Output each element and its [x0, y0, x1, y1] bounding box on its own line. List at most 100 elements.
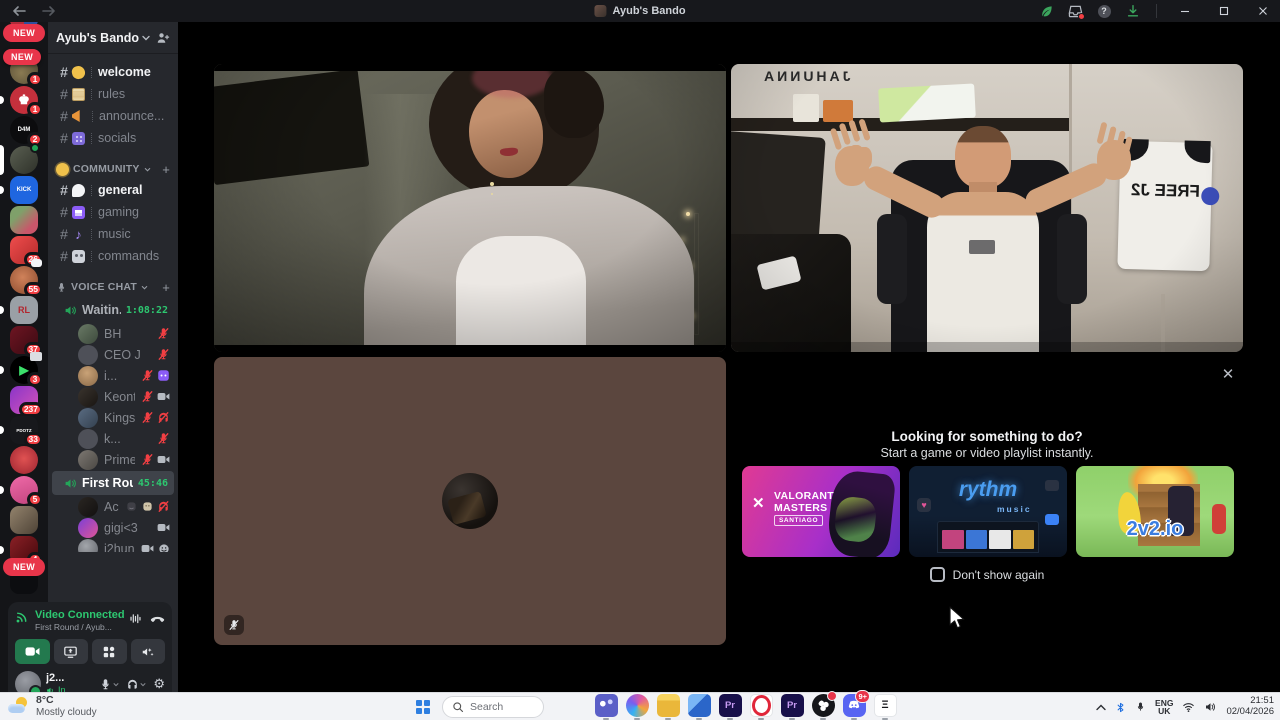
server-stream[interactable]: ▶ 3: [10, 352, 43, 387]
app-icon-capcut[interactable]: Ξ: [873, 693, 897, 720]
server-kick-label: KICK: [16, 187, 32, 193]
voice-channel-FirstRou[interactable]: First Rou... 45:46: [52, 471, 174, 495]
headphones-button[interactable]: [126, 678, 146, 691]
app-icon-paint[interactable]: [687, 693, 711, 720]
server-rl[interactable]: RL: [10, 296, 38, 324]
participant-video-1[interactable]: [214, 64, 726, 352]
wifi-icon[interactable]: [1182, 702, 1195, 713]
forward-arrow-icon[interactable]: [42, 6, 56, 16]
app-icon-copilot[interactable]: [625, 693, 649, 720]
channel-gaming[interactable]: # gaming: [48, 201, 178, 223]
activity-card-2v2[interactable]: 2v2.io: [1076, 466, 1234, 557]
server-pink-cap[interactable]: 5: [10, 476, 43, 507]
activities-button[interactable]: [92, 639, 127, 665]
member-avatar: [78, 496, 98, 517]
back-arrow-icon[interactable]: [12, 6, 26, 16]
tray-microphone-icon[interactable]: [1135, 701, 1146, 713]
server-dark-red[interactable]: 37: [10, 326, 43, 357]
app-icon-explorer[interactable]: [656, 693, 680, 720]
server-orange[interactable]: 55: [10, 259, 43, 297]
voice-member[interactable]: j2hund...: [48, 538, 178, 552]
help-icon[interactable]: ?: [1096, 3, 1112, 19]
voice-member[interactable]: Prime...: [48, 449, 178, 470]
channel-announce[interactable]: # announce...: [48, 105, 178, 127]
server-crown[interactable]: ♚ 1: [10, 86, 43, 117]
community-section[interactable]: COMMUNITY +: [48, 159, 178, 179]
settings-gear-icon[interactable]: ⚙: [153, 676, 165, 692]
member-name: gigi<3: [104, 520, 138, 535]
bluetooth-icon[interactable]: [1115, 701, 1126, 714]
language-indicator[interactable]: ENG UK: [1155, 698, 1173, 716]
voice-member[interactable]: gigi<3: [48, 517, 178, 538]
participant-video-2[interactable]: JAHUNNA FREE J2: [731, 64, 1243, 352]
channel-socials[interactable]: # socials: [48, 127, 178, 149]
clock[interactable]: 21:51 02/04/2026: [1226, 695, 1274, 718]
channel-rules[interactable]: # rules: [48, 83, 178, 105]
username[interactable]: j2...: [46, 673, 66, 685]
dont-show-checkbox[interactable]: [929, 567, 945, 582]
server-ayubs-bando[interactable]: [10, 143, 40, 174]
server-red-circle[interactable]: [10, 446, 38, 474]
minimize-button[interactable]: [1172, 0, 1198, 22]
activity-card-valorant[interactable]: ✕ VALORANT MASTERS SANTIAGO: [742, 466, 900, 557]
channel-name: announce...: [99, 109, 165, 123]
voice-member[interactable]: BH: [48, 323, 178, 344]
invite-people-icon[interactable]: [156, 31, 170, 45]
app-icon-obs[interactable]: [811, 690, 837, 720]
voice-member[interactable]: Ace: [48, 496, 178, 517]
server-pdotz[interactable]: PDOTZ 33: [10, 416, 43, 447]
activity-card-rythm[interactable]: rythm music ♥: [909, 466, 1067, 557]
server-kick[interactable]: KICK: [10, 176, 38, 204]
server-header[interactable]: Ayub's Bando: [48, 22, 178, 54]
start-button[interactable]: [410, 694, 436, 720]
screenshare-button[interactable]: [53, 639, 88, 665]
channel-music[interactable]: # ♪ music: [48, 223, 178, 245]
channel-welcome[interactable]: # welcome: [48, 61, 178, 83]
camera-icon: [157, 521, 170, 534]
app-icon-premiere[interactable]: Pr: [718, 693, 742, 720]
app-icon-opera[interactable]: [749, 693, 773, 720]
maximize-button[interactable]: [1211, 0, 1237, 22]
promo-close-icon[interactable]: ✕: [1219, 365, 1237, 383]
weather-widget[interactable]: 8°C Mostly cloudy: [8, 694, 97, 718]
discord-badge: 9+: [855, 689, 870, 703]
disconnect-call-icon[interactable]: [150, 611, 165, 626]
screen: Ayub's Bando ? 1NEW♚1D4M2KICK2655RL37▶32…: [0, 0, 1280, 720]
inbox-icon[interactable]: [1067, 3, 1085, 20]
close-button[interactable]: [1250, 0, 1276, 22]
megaphone-emoji: [72, 110, 80, 122]
server-olive[interactable]: 1 NEW: [3, 49, 43, 87]
add-channel-icon[interactable]: +: [162, 280, 170, 295]
search-placeholder: Search: [470, 701, 504, 713]
tray-chevron-up-icon[interactable]: [1096, 704, 1106, 711]
voice-member[interactable]: i...: [48, 365, 178, 386]
voice-status[interactable]: Video Connected: [35, 609, 124, 621]
premiere-2-icon: Pr: [780, 693, 804, 717]
voice-channel-Waitin[interactable]: Waitin... 1:08:22: [52, 298, 174, 322]
voice-member[interactable]: Keonte: [48, 386, 178, 407]
participant-tile-3[interactable]: [214, 357, 726, 645]
server-d4m[interactable]: D4M 2: [10, 116, 43, 147]
microphone-button[interactable]: [99, 678, 119, 691]
voice-chat-section[interactable]: VOICE CHAT +: [48, 277, 178, 297]
channel-commands[interactable]: # commands: [48, 245, 178, 267]
server-band[interactable]: [10, 506, 38, 534]
soundboard-button[interactable]: [130, 639, 165, 665]
volume-icon[interactable]: [1204, 701, 1217, 713]
app-icon-premiere-2[interactable]: Pr: [780, 693, 804, 720]
voice-member[interactable]: k...: [48, 428, 178, 449]
noise-suppression-icon[interactable]: [129, 612, 142, 625]
member-name: i...: [104, 368, 118, 383]
voice-member[interactable]: CEO J: [48, 344, 178, 365]
add-channel-icon[interactable]: +: [162, 162, 170, 177]
voice-member[interactable]: Kingsle...: [48, 407, 178, 428]
app-icon-discord[interactable]: 9+: [842, 689, 870, 720]
leaf-icon[interactable]: [1038, 3, 1054, 19]
server-purple[interactable]: 237: [10, 386, 43, 417]
channel-general[interactable]: # general: [48, 179, 178, 201]
download-update-icon[interactable]: [1125, 3, 1141, 19]
app-icon-teams[interactable]: [594, 693, 618, 720]
taskbar-search[interactable]: Search: [442, 696, 544, 718]
camera-button[interactable]: [15, 639, 50, 665]
server-photo-group[interactable]: [10, 206, 38, 234]
